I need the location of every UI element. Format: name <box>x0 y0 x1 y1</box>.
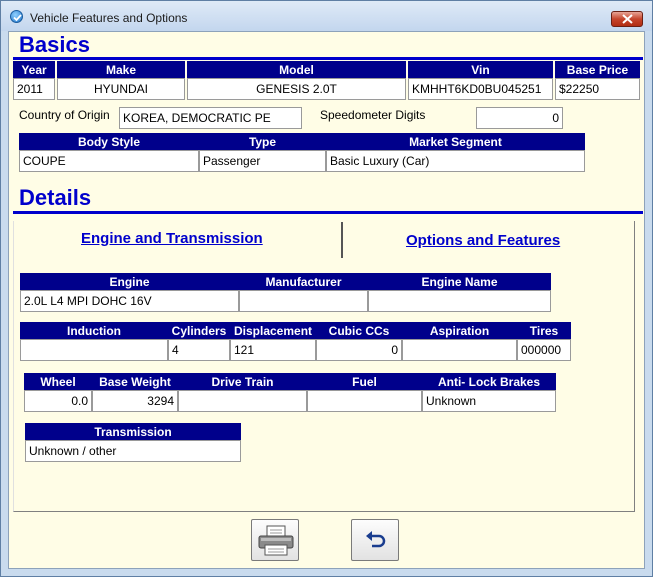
induction-field[interactable] <box>20 339 168 361</box>
country-label: Country of Origin <box>19 108 110 122</box>
drive-train-header: Drive Train <box>178 373 307 390</box>
engine-header: Engine <box>20 273 239 290</box>
speedometer-field[interactable]: 0 <box>476 107 563 129</box>
window-title: Vehicle Features and Options <box>30 11 188 25</box>
aspiration-field[interactable] <box>402 339 517 361</box>
cubic-ccs-field[interactable]: 0 <box>316 339 402 361</box>
displacement-field[interactable]: 121 <box>230 339 316 361</box>
body-style-field[interactable]: COUPE <box>19 150 199 172</box>
vin-header: Vin <box>408 61 553 78</box>
details-divider <box>13 211 643 214</box>
app-check-icon <box>10 10 23 23</box>
details-title: Details <box>19 185 92 210</box>
fuel-field[interactable] <box>307 390 422 412</box>
year-header: Year <box>13 61 55 78</box>
abs-field[interactable]: Unknown <box>422 390 556 412</box>
tab-options-features[interactable]: Options and Features <box>406 232 560 249</box>
make-field[interactable]: HYUNDAI <box>57 78 185 100</box>
tab-engine-transmission[interactable]: Engine and Transmission <box>81 230 263 247</box>
speedometer-label: Speedometer Digits <box>320 108 426 122</box>
basics-title: Basics <box>19 32 90 57</box>
year-field[interactable]: 2011 <box>13 78 55 100</box>
manufacturer-header: Manufacturer <box>239 273 368 290</box>
make-header: Make <box>57 61 185 78</box>
drive-train-field[interactable] <box>178 390 307 412</box>
abs-header: Anti- Lock Brakes <box>422 373 556 390</box>
cubic-ccs-header: Cubic CCs <box>316 322 402 339</box>
fuel-header: Fuel <box>307 373 422 390</box>
base-weight-header: Base Weight <box>92 373 178 390</box>
wheel-base-header: Wheel Base <box>24 373 92 405</box>
printer-icon <box>258 525 294 556</box>
details-panel <box>13 221 635 512</box>
vin-field[interactable]: KMHHT6KD0BU045251 <box>408 78 553 100</box>
tires-header: Tires <box>517 322 571 339</box>
engine-field[interactable]: 2.0L L4 MPI DOHC 16V <box>20 290 239 312</box>
transmission-field[interactable]: Unknown / other <box>25 440 241 462</box>
body-style-header: Body Style <box>19 133 199 150</box>
cylinders-field[interactable]: 4 <box>168 339 230 361</box>
tab-separator <box>341 222 343 258</box>
model-field[interactable]: GENESIS 2.0T <box>187 78 406 100</box>
manufacturer-field[interactable] <box>239 290 368 312</box>
close-button[interactable] <box>611 11 643 27</box>
tires-field[interactable]: 000000 <box>517 339 571 361</box>
model-header: Model <box>187 61 406 78</box>
market-segment-header: Market Segment <box>326 133 585 150</box>
country-field[interactable]: KOREA, DEMOCRATIC PE <box>119 107 302 129</box>
close-icon <box>622 14 633 24</box>
induction-header: Induction <box>20 322 168 339</box>
basics-divider <box>13 57 643 60</box>
market-segment-field[interactable]: Basic Luxury (Car) <box>326 150 585 172</box>
wheel-base-field[interactable]: 0.0 <box>24 390 92 412</box>
cylinders-header: Cylinders <box>168 322 230 339</box>
type-header: Type <box>199 133 326 150</box>
displacement-header: Displacement <box>230 322 316 339</box>
engine-name-header: Engine Name <box>368 273 551 290</box>
base-price-header: Base Price <box>555 61 640 78</box>
engine-name-field[interactable] <box>368 290 551 312</box>
base-weight-field[interactable]: 3294 <box>92 390 178 412</box>
base-price-field[interactable]: $22250 <box>555 78 640 100</box>
undo-icon <box>366 531 386 548</box>
aspiration-header: Aspiration <box>402 322 517 339</box>
back-button[interactable] <box>351 519 399 561</box>
transmission-header: Transmission <box>25 423 241 440</box>
type-field[interactable]: Passenger <box>199 150 326 172</box>
print-button[interactable] <box>251 519 299 561</box>
